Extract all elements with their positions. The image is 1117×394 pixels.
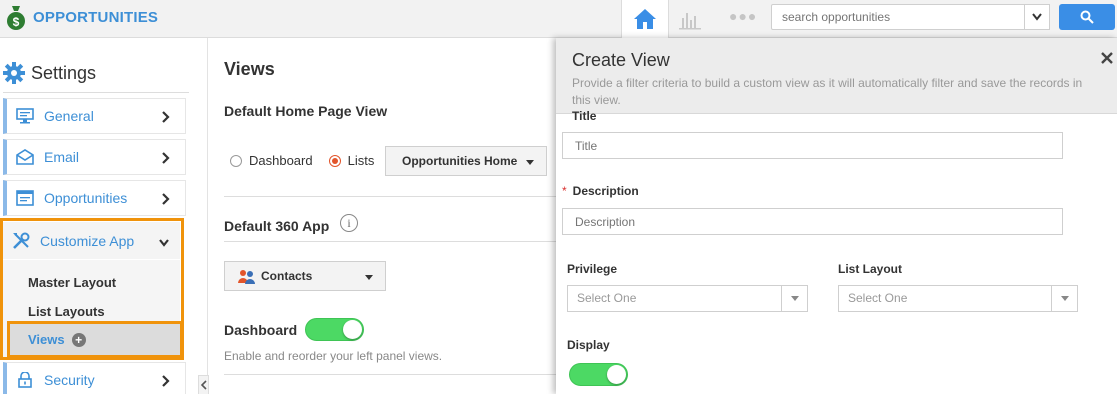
panel-header: Create View Provide a filter criteria to…	[556, 38, 1117, 114]
dropdown-value: Contacts	[261, 269, 313, 283]
radio-lists[interactable]	[328, 154, 341, 167]
required-mark: *	[562, 184, 567, 198]
collapse-sidebar-button[interactable]	[198, 375, 209, 394]
chevron-right-icon	[161, 151, 171, 165]
sidebar-item-label: Customize App	[40, 232, 135, 249]
sidebar-item-label: General	[44, 108, 94, 124]
dashboard-label: Dashboard	[224, 322, 298, 338]
search-dropdown-button[interactable]	[1025, 4, 1050, 30]
submenu-item-master-layout[interactable]: Master Layout	[28, 275, 116, 290]
chevron-down-icon	[158, 235, 170, 247]
sidebar-item-label: Opportunities	[44, 190, 128, 206]
create-view-panel: Create View Provide a filter criteria to…	[556, 38, 1117, 394]
submenu-item-views[interactable]: Views +	[7, 321, 183, 358]
radio-label-dashboard: Dashboard	[249, 153, 313, 168]
display-label: Display	[567, 338, 610, 352]
search-icon	[1080, 10, 1094, 24]
tools-icon	[12, 232, 30, 250]
caret-down-icon	[1051, 286, 1077, 311]
bar-chart-icon[interactable]	[678, 8, 702, 30]
description-input[interactable]	[562, 208, 1063, 235]
chevron-left-icon	[200, 380, 207, 390]
nav-home-button[interactable]	[621, 0, 669, 38]
privilege-label: Privilege	[567, 262, 618, 276]
search-input[interactable]	[771, 4, 1025, 30]
title-input[interactable]	[562, 132, 1063, 159]
privilege-select[interactable]: Select One	[567, 285, 808, 312]
toggle-knob	[343, 320, 362, 339]
sidebar-item-opportunities[interactable]: Opportunities	[3, 180, 186, 216]
settings-heading: Settings	[3, 62, 96, 84]
home-view-dropdown[interactable]: Opportunities Home	[385, 146, 547, 176]
gear-icon	[3, 62, 25, 84]
divider	[224, 374, 558, 375]
section-title-360-app: Default 360 App	[224, 218, 330, 234]
dashboard-hint: Enable and reorder your left panel views…	[224, 349, 443, 363]
display-toggle[interactable]	[569, 363, 628, 386]
select-value: Select One	[848, 291, 908, 305]
home-icon	[634, 9, 656, 29]
caret-down-icon	[781, 286, 807, 311]
chevron-right-icon	[161, 374, 171, 388]
contacts-icon	[237, 268, 257, 284]
top-bar: $ OPPORTUNITIES ●●●	[0, 0, 1117, 38]
radio-dashboard[interactable]	[230, 154, 242, 167]
settings-sidebar: Settings General Email Opportunities Cus…	[0, 38, 208, 394]
sidebar-item-security[interactable]: Security	[3, 362, 186, 394]
search-button[interactable]	[1059, 4, 1115, 30]
money-bag-icon: $	[6, 5, 26, 30]
description-label-text: Description	[572, 184, 639, 198]
envelope-icon	[16, 149, 34, 165]
monitor-icon	[16, 108, 34, 124]
dashboard-toggle[interactable]	[305, 318, 364, 341]
list-layout-label: List Layout	[838, 262, 903, 276]
settings-title: Settings	[31, 62, 97, 83]
add-icon[interactable]: +	[71, 332, 86, 347]
radio-label-lists: Lists	[347, 153, 375, 168]
sidebar-item-customize-app[interactable]: Customize App	[3, 222, 180, 259]
sidebar-item-label: Security	[44, 372, 95, 388]
select-value: Select One	[577, 291, 637, 305]
app-title: OPPORTUNITIES	[33, 8, 159, 26]
list-layout-select[interactable]: Select One	[838, 285, 1078, 312]
divider	[224, 196, 558, 197]
caret-down-icon	[365, 275, 373, 280]
page-title: Views	[224, 59, 275, 79]
360-app-dropdown[interactable]: Contacts	[224, 261, 386, 291]
sidebar-item-email[interactable]: Email	[3, 139, 186, 175]
chevron-down-icon	[1032, 13, 1042, 21]
divider	[224, 241, 558, 242]
description-label: * Description	[562, 184, 639, 198]
title-label: Title	[572, 109, 597, 121]
chevron-right-icon	[161, 192, 171, 206]
sidebar-item-general[interactable]: General	[3, 98, 186, 134]
sidebar-item-label: Email	[44, 149, 80, 165]
dropdown-value: Opportunities Home	[402, 154, 518, 168]
app-brand: $ OPPORTUNITIES	[6, 5, 159, 30]
toggle-knob	[607, 365, 626, 384]
info-icon[interactable]: i	[340, 214, 358, 232]
caret-down-icon	[526, 160, 534, 165]
chevron-right-icon	[161, 110, 171, 124]
home-view-radio-group: Dashboard Lists	[230, 153, 374, 168]
submenu-item-label: Views	[28, 332, 65, 347]
panel-description: Provide a filter criteria to build a cus…	[572, 76, 1083, 107]
section-title-home-page-view: Default Home Page View	[224, 103, 388, 119]
submenu-item-list-layouts[interactable]: List Layouts	[28, 304, 105, 319]
close-icon[interactable]	[1100, 51, 1114, 65]
more-dots-icon[interactable]: ●●●	[729, 8, 757, 24]
panel-title: Create View	[572, 50, 670, 70]
divider	[3, 92, 189, 93]
svg-text:$: $	[13, 15, 20, 29]
lock-icon	[16, 371, 34, 388]
list-icon	[16, 190, 34, 206]
